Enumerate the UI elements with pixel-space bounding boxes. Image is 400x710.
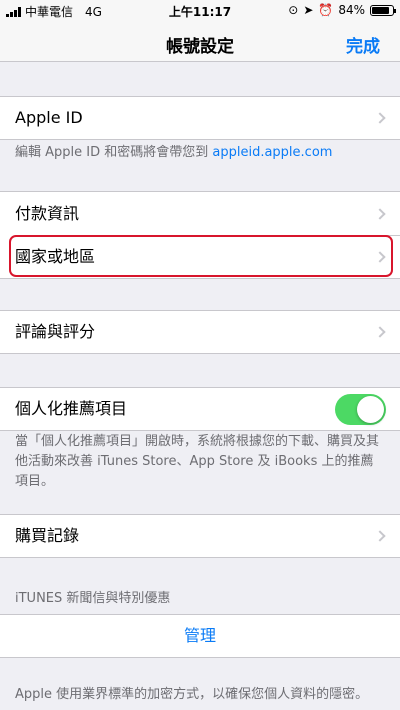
status-right: ⊙ ➤ ⏰ 84% <box>288 3 396 17</box>
done-button[interactable]: 完成 <box>346 32 380 57</box>
manage-button[interactable]: 管理 <box>0 626 400 646</box>
nav-bar: 帳號設定 完成 <box>0 22 400 62</box>
ratings-reviews-row[interactable]: 評論與評分 <box>0 310 400 354</box>
itunes-section-header: iTUNES 新聞信與特別優惠 <box>15 591 171 606</box>
battery-icon <box>370 4 396 16</box>
status-bar: 中華電信 4G 上午11:17 ⊙ ➤ ⏰ 84% <box>0 0 400 22</box>
payment-info-label[interactable]: 付款資訊 <box>15 204 79 224</box>
apple-id-label: Apple ID <box>15 108 83 127</box>
personalized-label: 個人化推薦項目 <box>15 399 128 418</box>
apple-id-note-text: 編輯 Apple ID 和密碼將會帶您到 <box>15 145 213 160</box>
manage-row[interactable]: 管理 <box>0 614 400 658</box>
battery-percent: 84% <box>338 3 365 17</box>
chevron-right-icon <box>374 326 386 338</box>
personalized-note: 當「個人化推薦項目」開啟時，系統將根據您的下載、購買及其他活動來改善 iTune… <box>15 434 380 489</box>
ratings-reviews-label: 評論與評分 <box>15 322 96 341</box>
purchase-history-label: 購買記錄 <box>15 526 80 545</box>
apple-id-note: 編輯 Apple ID 和密碼將會帶您到 appleid.apple.com <box>15 143 385 163</box>
chevron-right-icon <box>374 530 386 542</box>
personalized-row: 個人化推薦項目 <box>0 387 400 431</box>
footer-note: Apple 使用業界標準的加密方式，以確保您個人資料的隱密。 <box>15 687 369 702</box>
apple-id-row[interactable]: Apple ID <box>0 96 400 140</box>
chevron-right-icon <box>374 112 386 124</box>
rotation-lock-icon: ⊙ <box>288 3 299 17</box>
highlight-outline <box>9 235 393 277</box>
personalized-toggle[interactable] <box>335 394 386 425</box>
alarm-icon: ⏰ <box>318 3 334 17</box>
toggle-knob <box>357 396 384 423</box>
purchase-history-row[interactable]: 購買記錄 <box>0 514 400 558</box>
location-icon: ➤ <box>303 3 314 17</box>
chevron-right-icon <box>374 208 386 220</box>
page-title: 帳號設定 <box>166 37 234 57</box>
apple-id-link[interactable]: appleid.apple.com <box>212 145 332 160</box>
